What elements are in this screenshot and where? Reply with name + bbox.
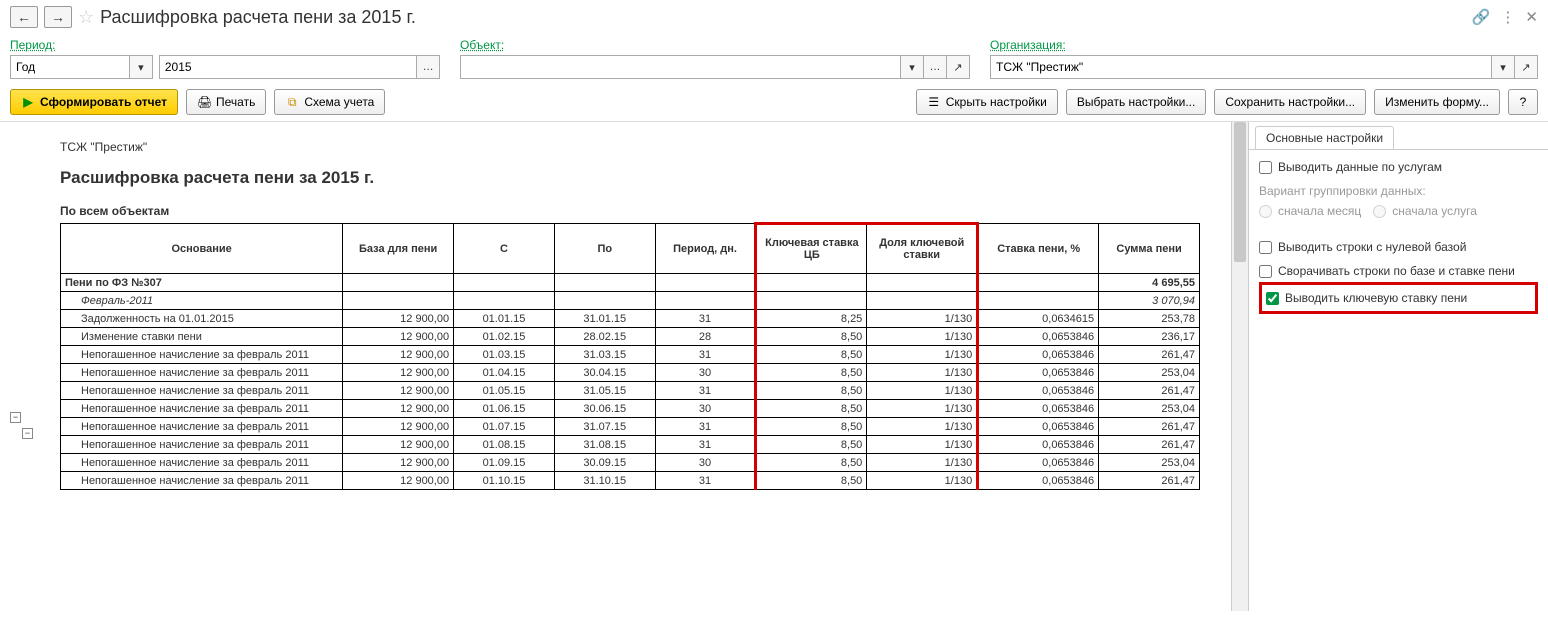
col-days: Период, дн. xyxy=(655,224,756,274)
radio-service-first: сначала услуга xyxy=(1373,204,1477,218)
report-subtitle: По всем объектам xyxy=(60,204,1231,218)
object-open-button[interactable]: ↗ xyxy=(946,55,970,79)
org-label: Организация: xyxy=(990,38,1538,52)
opt-key-rate[interactable]: Выводить ключевую ставку пени xyxy=(1266,291,1531,305)
col-basis: Основание xyxy=(61,224,343,274)
opt-collapse[interactable]: Сворачивать строки по базе и ставке пени xyxy=(1259,264,1538,278)
radio-month-first: сначала месяц xyxy=(1259,204,1361,218)
nav-back-button[interactable]: ← xyxy=(10,6,38,28)
object-picker-button[interactable]: … xyxy=(923,55,947,79)
col-key-rate: Ключевая ставка ЦБ xyxy=(756,224,867,274)
col-key-frac: Доля ключевой ставки xyxy=(867,224,978,274)
save-settings-button[interactable]: Сохранить настройки... xyxy=(1214,89,1366,115)
print-button[interactable]: 🖨Печать xyxy=(186,89,266,115)
period-type-select[interactable] xyxy=(10,55,130,79)
report-org: ТСЖ "Престиж" xyxy=(60,140,1231,154)
hide-settings-button[interactable]: ☰Скрыть настройки xyxy=(916,89,1058,115)
scheme-button[interactable]: ⧉Схема учета xyxy=(274,89,385,115)
page-title: Расшифровка расчета пени за 2015 г. xyxy=(100,7,416,28)
more-icon[interactable]: ⋮ xyxy=(1500,8,1515,26)
list-icon: ☰ xyxy=(927,95,941,109)
org-open-button[interactable]: ↗ xyxy=(1514,55,1538,79)
org-input[interactable] xyxy=(990,55,1492,79)
link-icon[interactable]: 🔗 xyxy=(1472,8,1491,26)
report-title: Расшифровка расчета пени за 2015 г. xyxy=(60,168,1231,188)
close-icon[interactable]: ✕ xyxy=(1525,8,1538,26)
tree-collapse-button[interactable]: − xyxy=(10,412,21,423)
col-pct: Ставка пени, % xyxy=(978,224,1099,274)
col-sum: Сумма пени xyxy=(1099,224,1200,274)
help-button[interactable]: ? xyxy=(1508,89,1538,115)
period-year-input[interactable] xyxy=(159,55,417,79)
tab-main-settings[interactable]: Основные настройки xyxy=(1255,126,1394,149)
generate-report-button[interactable]: ▶Сформировать отчет xyxy=(10,89,178,115)
report-table: Основание База для пени С По Период, дн.… xyxy=(60,222,1200,490)
edit-form-button[interactable]: Изменить форму... xyxy=(1374,89,1500,115)
col-base: База для пени xyxy=(343,224,454,274)
opt-by-services[interactable]: Выводить данные по услугам xyxy=(1259,160,1538,174)
opt-zero-base[interactable]: Выводить строки с нулевой базой xyxy=(1259,240,1538,254)
printer-icon: 🖨 xyxy=(197,95,211,109)
col-from: С xyxy=(454,224,555,274)
object-input[interactable] xyxy=(460,55,901,79)
play-icon: ▶ xyxy=(21,95,35,109)
org-dropdown-button[interactable]: ▾ xyxy=(1491,55,1515,79)
favorite-icon[interactable]: ☆ xyxy=(78,7,94,28)
nav-forward-button[interactable]: → xyxy=(44,6,72,28)
object-label: Объект: xyxy=(460,38,970,52)
tree-collapse-button[interactable]: − xyxy=(22,428,33,439)
object-dropdown-button[interactable]: ▾ xyxy=(900,55,924,79)
vertical-scrollbar[interactable] xyxy=(1231,122,1248,611)
tree-icon: ⧉ xyxy=(285,95,299,110)
choose-settings-button[interactable]: Выбрать настройки... xyxy=(1066,89,1206,115)
col-to: По xyxy=(554,224,655,274)
period-picker-button[interactable]: … xyxy=(416,55,440,79)
period-label: Период: xyxy=(10,38,440,52)
period-type-dropdown-button[interactable]: ▾ xyxy=(129,55,153,79)
group-label: Вариант группировки данных: xyxy=(1259,184,1538,198)
